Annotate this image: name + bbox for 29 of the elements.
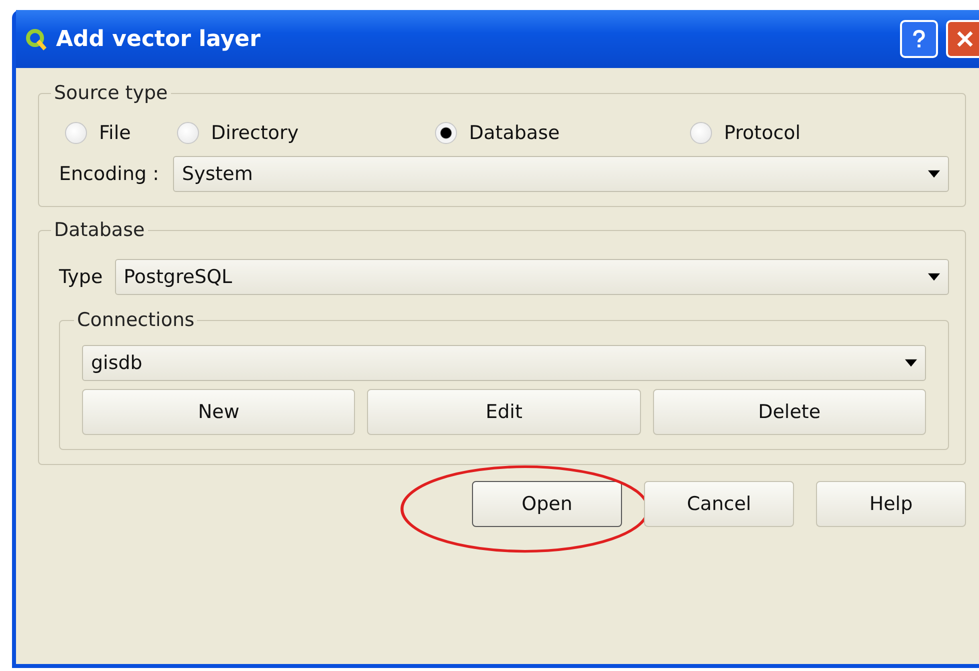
radio-option[interactable]: Protocol — [690, 122, 949, 144]
dialog-button[interactable]: Help — [816, 481, 966, 527]
connection-button[interactable]: Delete — [652, 389, 926, 435]
group-title: Database — [53, 219, 146, 241]
close-button[interactable] — [946, 20, 979, 58]
radio-option[interactable]: File — [65, 122, 177, 144]
connection-button[interactable]: Edit — [367, 389, 641, 435]
caret-icon — [905, 359, 917, 367]
type-dropdown[interactable]: PostgreSQL — [114, 259, 949, 295]
encoding-dropdown[interactable]: System — [173, 156, 949, 192]
encoding-label: Encoding : — [59, 163, 160, 185]
radio-button[interactable] — [690, 122, 712, 144]
group-title: Source type — [53, 82, 169, 104]
caret-icon — [928, 273, 940, 281]
radio-option[interactable]: Database — [435, 122, 690, 144]
connection-button[interactable]: New — [82, 389, 356, 435]
dialog-button[interactable]: Open — [472, 481, 622, 527]
help-button[interactable] — [900, 20, 938, 58]
radio-button[interactable] — [177, 122, 199, 144]
radio-option[interactable]: Directory — [177, 122, 435, 144]
app-icon — [24, 27, 48, 51]
dialog-button[interactable]: Cancel — [644, 481, 794, 527]
radio-button[interactable] — [65, 122, 87, 144]
connection-dropdown[interactable]: gisdb — [82, 345, 926, 381]
window-title: Add vector layer — [56, 26, 260, 52]
group-title: Connections — [76, 309, 196, 331]
radio-button[interactable] — [435, 122, 457, 144]
type-label: Type — [59, 266, 103, 288]
caret-icon — [928, 170, 940, 178]
